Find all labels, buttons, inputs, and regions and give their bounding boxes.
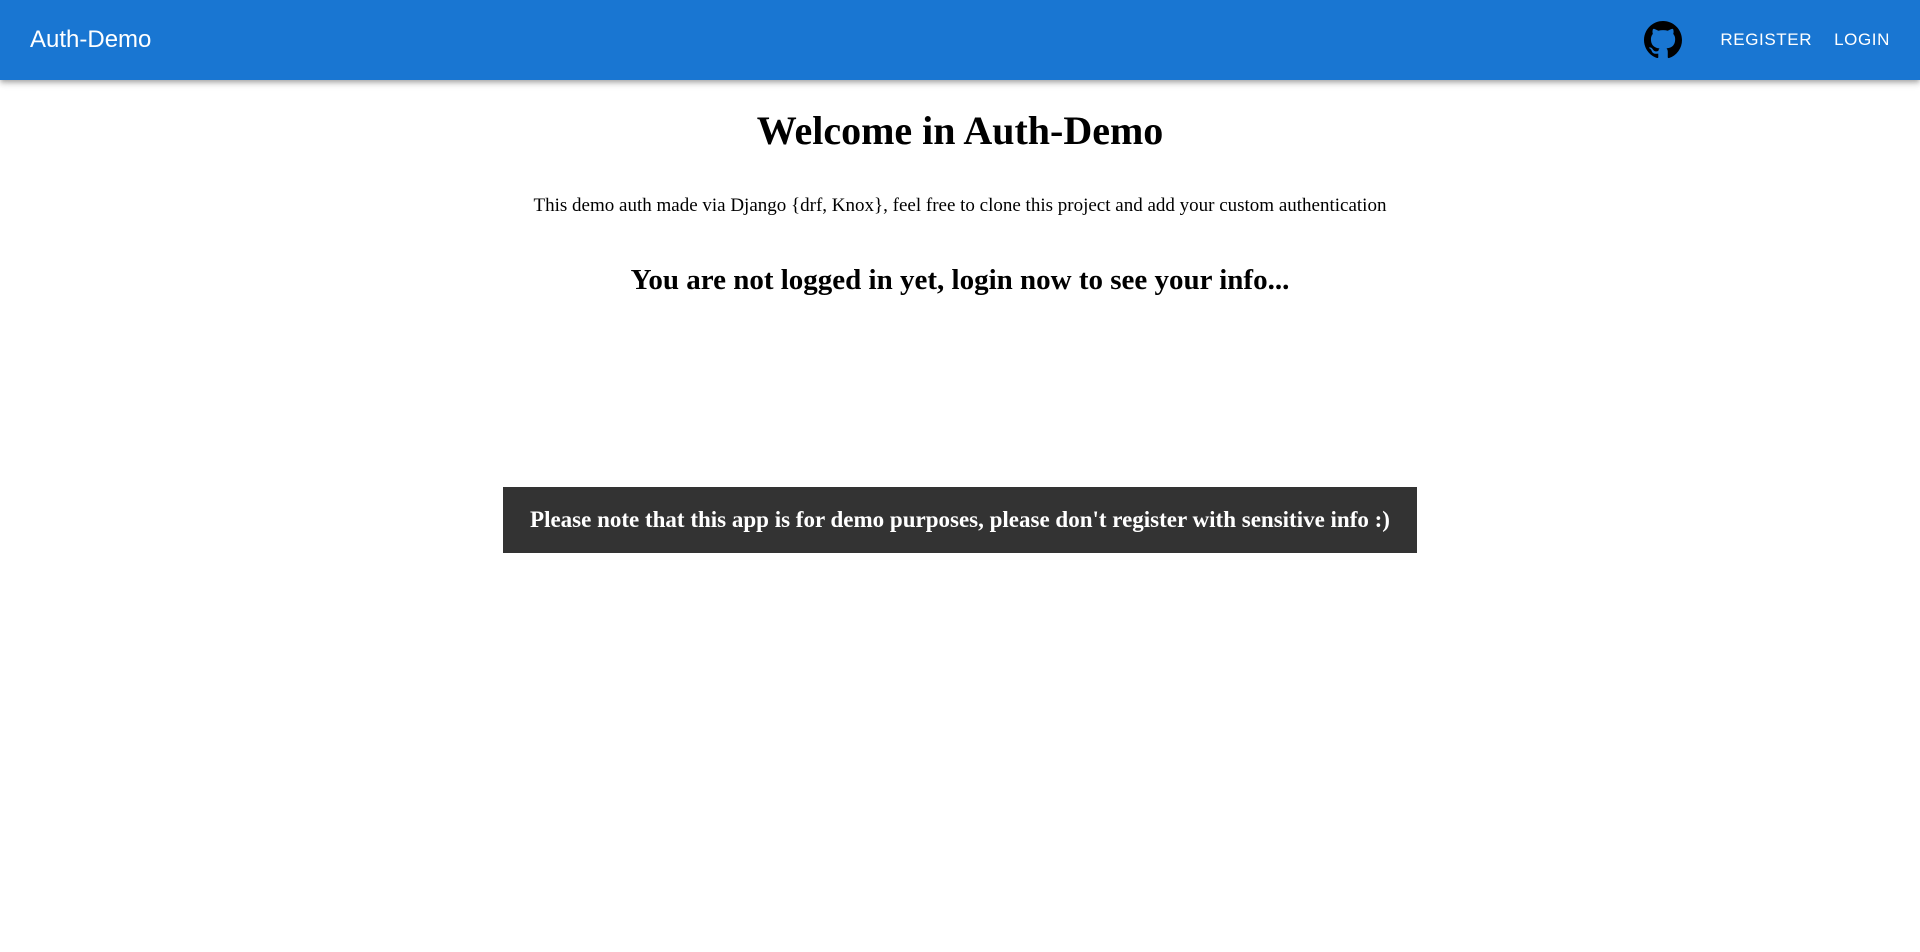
brand-link[interactable]: Auth-Demo <box>30 0 151 80</box>
app-bar: Auth-Demo Register Login <box>0 0 1920 80</box>
demo-notice-banner: Please note that this app is for demo pu… <box>503 487 1417 553</box>
github-icon <box>1644 21 1683 59</box>
register-button[interactable]: Register <box>1709 24 1823 56</box>
header-nav: Register Login <box>1643 0 1920 80</box>
login-button[interactable]: Login <box>1823 24 1901 56</box>
main-content: Welcome in Auth-Demo This demo auth made… <box>0 80 1920 298</box>
page-title: Welcome in Auth-Demo <box>756 108 1164 153</box>
login-status-heading: You are not logged in yet, login now to … <box>630 264 1290 296</box>
github-link[interactable] <box>1643 20 1683 60</box>
intro-text: This demo auth made via Django {drf, Kno… <box>533 195 1387 216</box>
